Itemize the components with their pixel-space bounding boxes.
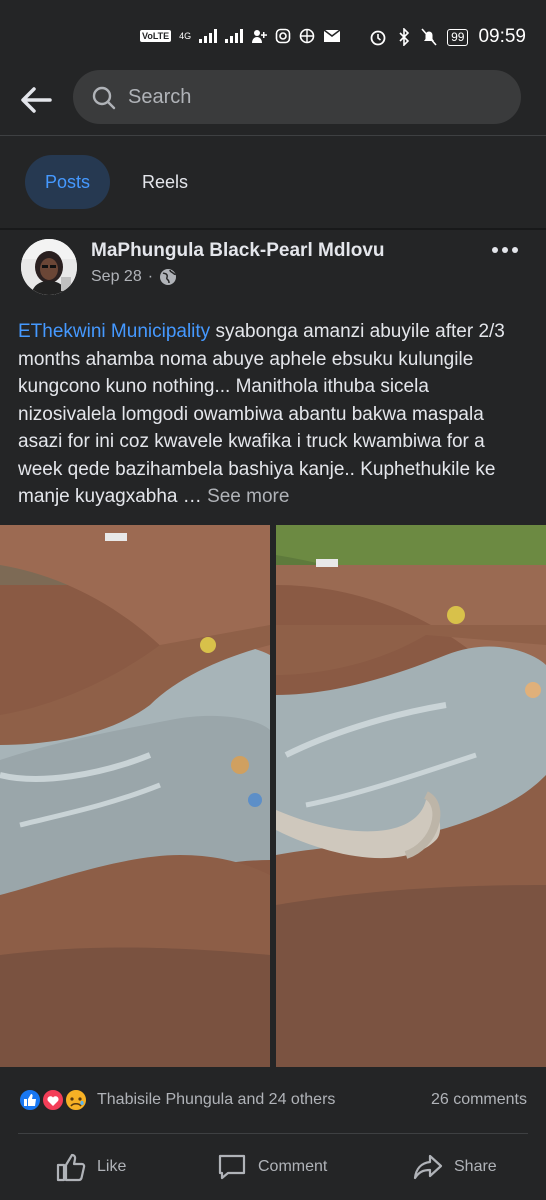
search-placeholder: Search: [128, 86, 192, 108]
mute-icon: [421, 28, 437, 46]
post-actions: Like Comment Share: [0, 1134, 546, 1200]
back-button[interactable]: [18, 80, 58, 120]
sad-reaction-icon: [64, 1088, 88, 1112]
photo-1-image: [0, 525, 270, 1067]
post-options-button[interactable]: [490, 240, 520, 260]
like-icon: [56, 1153, 86, 1182]
mail-icon: [323, 29, 341, 42]
post-text: EThekwini Municipality syabonga amanzi a…: [18, 318, 528, 511]
post-photo-2[interactable]: [276, 525, 546, 1067]
avatar-image: [21, 239, 77, 295]
tab-reels[interactable]: Reels: [120, 155, 210, 209]
search-icon: [92, 86, 116, 110]
status-right-icons: 99 09:59: [369, 26, 526, 48]
reaction-icons: [18, 1088, 88, 1112]
search-input[interactable]: Search: [73, 70, 521, 124]
bluetooth-icon: [399, 28, 410, 46]
like-label: Like: [97, 1158, 127, 1175]
more-horizontal-icon: [492, 247, 518, 253]
meta-separator: ·: [147, 268, 154, 285]
see-more-link[interactable]: See more: [207, 486, 289, 507]
photo-2-image: [276, 525, 546, 1067]
like-reaction-icon: [18, 1088, 42, 1112]
share-icon: [413, 1154, 443, 1180]
post-body: syabonga amanzi abuyile after 2/3 months…: [18, 321, 505, 507]
post-meta: Sep 28 ·: [91, 268, 177, 286]
post-photo-1[interactable]: [0, 525, 270, 1067]
status-bar: VoLTE 4G 99 09:59: [0, 0, 546, 74]
profile-tabs: Posts Reels: [0, 136, 546, 228]
pinwheel-icon: [299, 28, 315, 44]
reactions-row[interactable]: Thabisile Phungula and 24 others 26 comm…: [0, 1080, 546, 1120]
alarm-icon: [370, 30, 386, 46]
avatar[interactable]: [21, 239, 77, 295]
top-bar: Search: [0, 68, 546, 134]
clock: 09:59: [478, 26, 526, 47]
post-photos: [0, 525, 546, 1067]
globe-icon: [160, 269, 177, 285]
reaction-summary[interactable]: Thabisile Phungula and 24 others: [97, 1091, 335, 1109]
battery-indicator: 99: [447, 28, 469, 46]
volte-badge: VoLTE: [140, 30, 172, 42]
like-button[interactable]: Like: [55, 1150, 126, 1184]
tab-posts[interactable]: Posts: [25, 155, 110, 209]
love-reaction-icon: [41, 1088, 65, 1112]
instagram-icon: [275, 28, 291, 44]
post-date[interactable]: Sep 28: [91, 268, 142, 286]
person-add-icon: [252, 30, 268, 43]
comments-count[interactable]: 26 comments: [431, 1091, 527, 1109]
signal-2-icon: [225, 29, 244, 43]
comment-label: Comment: [258, 1158, 328, 1175]
share-label: Share: [454, 1158, 497, 1175]
data-type-label: 4G: [179, 31, 192, 41]
status-left-icons: VoLTE 4G: [140, 28, 341, 44]
post-author[interactable]: MaPhungula Black-Pearl Mdlovu: [91, 240, 385, 262]
post-header: MaPhungula Black-Pearl Mdlovu Sep 28 ·: [0, 230, 546, 310]
comment-button[interactable]: Comment: [216, 1150, 327, 1184]
share-button[interactable]: Share: [412, 1150, 497, 1184]
signal-icon: [199, 29, 218, 43]
back-arrow-icon: [21, 87, 52, 113]
comment-icon: [218, 1154, 246, 1180]
mention-link[interactable]: EThekwini Municipality: [18, 321, 210, 342]
